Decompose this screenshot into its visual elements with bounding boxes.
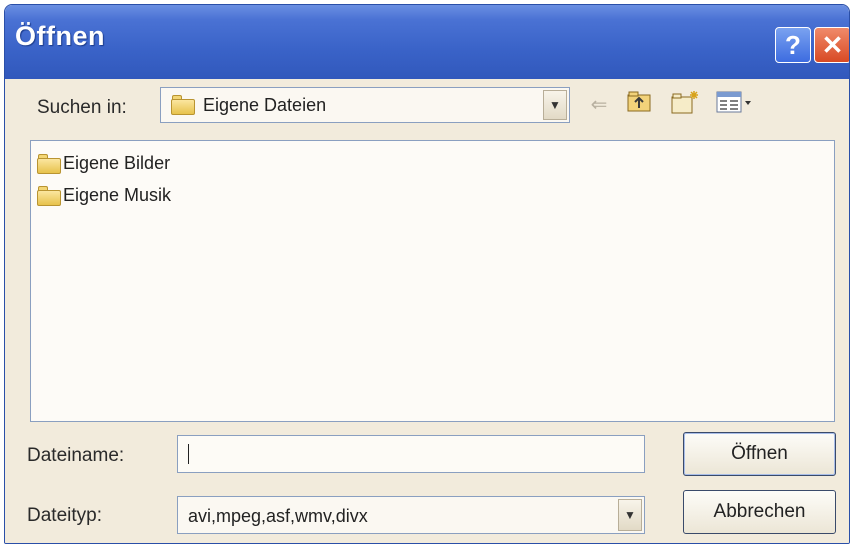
file-list[interactable]: Eigene Bilder Eigene Musik	[30, 140, 835, 422]
pictures-folder-icon	[37, 152, 61, 174]
cancel-button[interactable]: Abbrechen	[683, 490, 836, 534]
open-button[interactable]: Öffnen	[683, 432, 836, 476]
filetype-label: Dateityp:	[27, 505, 102, 526]
chevron-down-icon[interactable]: ▼	[618, 499, 642, 531]
filetype-dropdown[interactable]: avi,mpeg,asf,wmv,divx ▼	[177, 496, 645, 534]
folder-icon	[171, 93, 195, 115]
open-dialog: Öffnen ? ✕ Suchen in: Eigene Dateien ▼ ⇐	[4, 4, 850, 544]
music-folder-icon	[37, 184, 61, 206]
text-cursor	[188, 444, 189, 464]
look-in-dropdown[interactable]: Eigene Dateien ▼	[160, 87, 570, 123]
view-menu-icon[interactable]	[713, 89, 757, 121]
filetype-value: avi,mpeg,asf,wmv,divx	[188, 506, 368, 526]
help-button[interactable]: ?	[775, 27, 811, 63]
file-name: Eigene Musik	[63, 184, 172, 205]
chevron-down-icon[interactable]: ▼	[543, 90, 567, 120]
window-title: Öffnen	[15, 21, 105, 51]
list-item[interactable]: Eigene Bilder	[37, 149, 170, 177]
look-in-value: Eigene Dateien	[203, 95, 327, 115]
up-folder-icon[interactable]	[623, 89, 655, 121]
new-folder-icon[interactable]	[669, 89, 701, 121]
filename-field[interactable]	[177, 435, 645, 473]
back-arrow-icon[interactable]: ⇐	[583, 89, 615, 121]
filename-label: Dateiname:	[27, 445, 125, 466]
title-bar[interactable]: Öffnen ? ✕	[5, 5, 849, 79]
close-button[interactable]: ✕	[814, 27, 849, 63]
dialog-body: Suchen in: Eigene Dateien ▼ ⇐ Eigene Bil…	[5, 79, 849, 543]
look-in-label: Suchen in:	[37, 97, 127, 118]
list-item[interactable]: Eigene Musik	[37, 181, 171, 209]
file-name: Eigene Bilder	[63, 152, 171, 173]
